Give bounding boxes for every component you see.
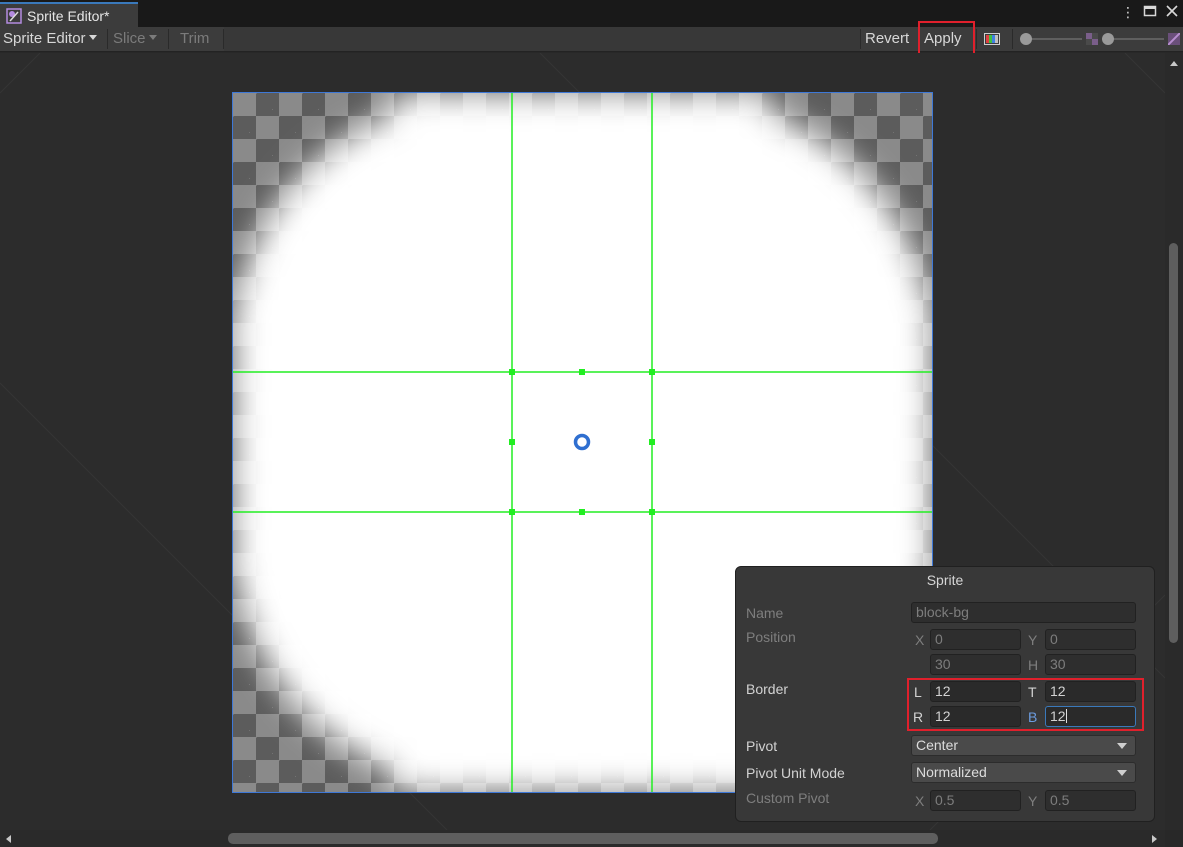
- position-y-field[interactable]: 0: [1045, 629, 1136, 650]
- border-label: Border: [746, 681, 789, 697]
- border-handle: [509, 509, 515, 515]
- tab-title: Sprite Editor*: [27, 7, 110, 24]
- border-handle: [649, 439, 655, 445]
- position-x-field[interactable]: 0: [930, 629, 1021, 650]
- horizontal-scroll-thumb[interactable]: [228, 833, 938, 844]
- position-x-axis: X: [915, 632, 925, 648]
- slice-label: Slice: [113, 30, 146, 47]
- scroll-right-icon[interactable]: [1151, 834, 1159, 844]
- revert-button[interactable]: Revert: [865, 27, 909, 51]
- chevron-down-icon: [1117, 743, 1127, 749]
- scroll-left-icon[interactable]: [4, 834, 12, 844]
- slice-dropdown[interactable]: Slice: [113, 27, 157, 51]
- chevron-down-icon: [148, 35, 157, 40]
- position-y-axis: Y: [1028, 632, 1038, 648]
- chevron-down-icon: [1117, 770, 1127, 776]
- horizontal-scrollbar[interactable]: [0, 830, 1165, 847]
- tab-sprite-editor[interactable]: Sprite Editor*: [0, 2, 138, 27]
- border-handle: [579, 509, 585, 515]
- pivot-unit-mode-dropdown[interactable]: Normalized: [911, 762, 1136, 783]
- pivot-label: Pivot: [746, 738, 778, 754]
- sprite-editor-window: Sprite Editor* ⋮ Sprite Editor Slice Tri…: [0, 0, 1183, 847]
- alpha-icon: [1168, 33, 1180, 45]
- position-label: Position: [746, 629, 796, 645]
- panel-title: Sprite: [926, 572, 964, 588]
- border-handle: [649, 369, 655, 375]
- close-icon[interactable]: [1165, 4, 1179, 20]
- toolbar-spacer: [224, 27, 860, 51]
- pivot-unit-value: Normalized: [916, 764, 987, 780]
- custom-pivot-y-field[interactable]: 0.5: [1045, 790, 1136, 811]
- more-options-icon[interactable]: ⋮: [1121, 4, 1135, 20]
- custom-pivot-label: Custom Pivot: [746, 790, 830, 806]
- position-w-field[interactable]: 30: [930, 654, 1021, 675]
- chevron-down-icon: [88, 35, 97, 40]
- pivot-value: Center: [916, 737, 959, 753]
- mip-level-icon: [1086, 33, 1098, 45]
- zoom-slider-track[interactable]: [1024, 38, 1082, 40]
- position-h-field[interactable]: 30: [1045, 654, 1136, 675]
- mip-slider-handle[interactable]: [1102, 33, 1114, 45]
- border-highlight: [907, 678, 1144, 731]
- border-handle: [509, 369, 515, 375]
- color-channel-icon[interactable]: [984, 33, 1000, 45]
- zoom-slider-handle[interactable]: [1020, 33, 1032, 45]
- custom-pivot-y-axis: Y: [1028, 793, 1038, 809]
- pivot-unit-mode-label: Pivot Unit Mode: [746, 765, 845, 781]
- pivot-dropdown[interactable]: Center: [911, 735, 1136, 756]
- vertical-scrollbar[interactable]: [1165, 53, 1183, 830]
- border-handle: [509, 439, 515, 445]
- apply-highlight: [918, 21, 975, 56]
- window-controls: ⋮: [1121, 4, 1179, 20]
- border-handle: [649, 509, 655, 515]
- trim-button[interactable]: Trim: [180, 27, 209, 51]
- sprite-editor-icon: [6, 7, 22, 24]
- sprite-editor-mode-dropdown[interactable]: Sprite Editor: [3, 27, 97, 51]
- custom-pivot-x-field[interactable]: 0.5: [930, 790, 1021, 811]
- maximize-icon[interactable]: [1143, 4, 1157, 20]
- custom-pivot-x-axis: X: [915, 793, 925, 809]
- position-h-axis: H: [1028, 657, 1039, 673]
- pivot-handle-icon: [573, 433, 591, 451]
- scroll-up-icon[interactable]: [1169, 59, 1179, 67]
- name-field[interactable]: block-bg: [911, 602, 1136, 623]
- vertical-scroll-thumb[interactable]: [1169, 243, 1178, 643]
- toolbar: Sprite Editor Slice Trim Revert Apply: [0, 27, 1183, 52]
- name-label: Name: [746, 605, 784, 621]
- mode-label: Sprite Editor: [3, 30, 86, 47]
- border-handle: [579, 369, 585, 375]
- tab-bar: Sprite Editor* ⋮: [0, 0, 1183, 27]
